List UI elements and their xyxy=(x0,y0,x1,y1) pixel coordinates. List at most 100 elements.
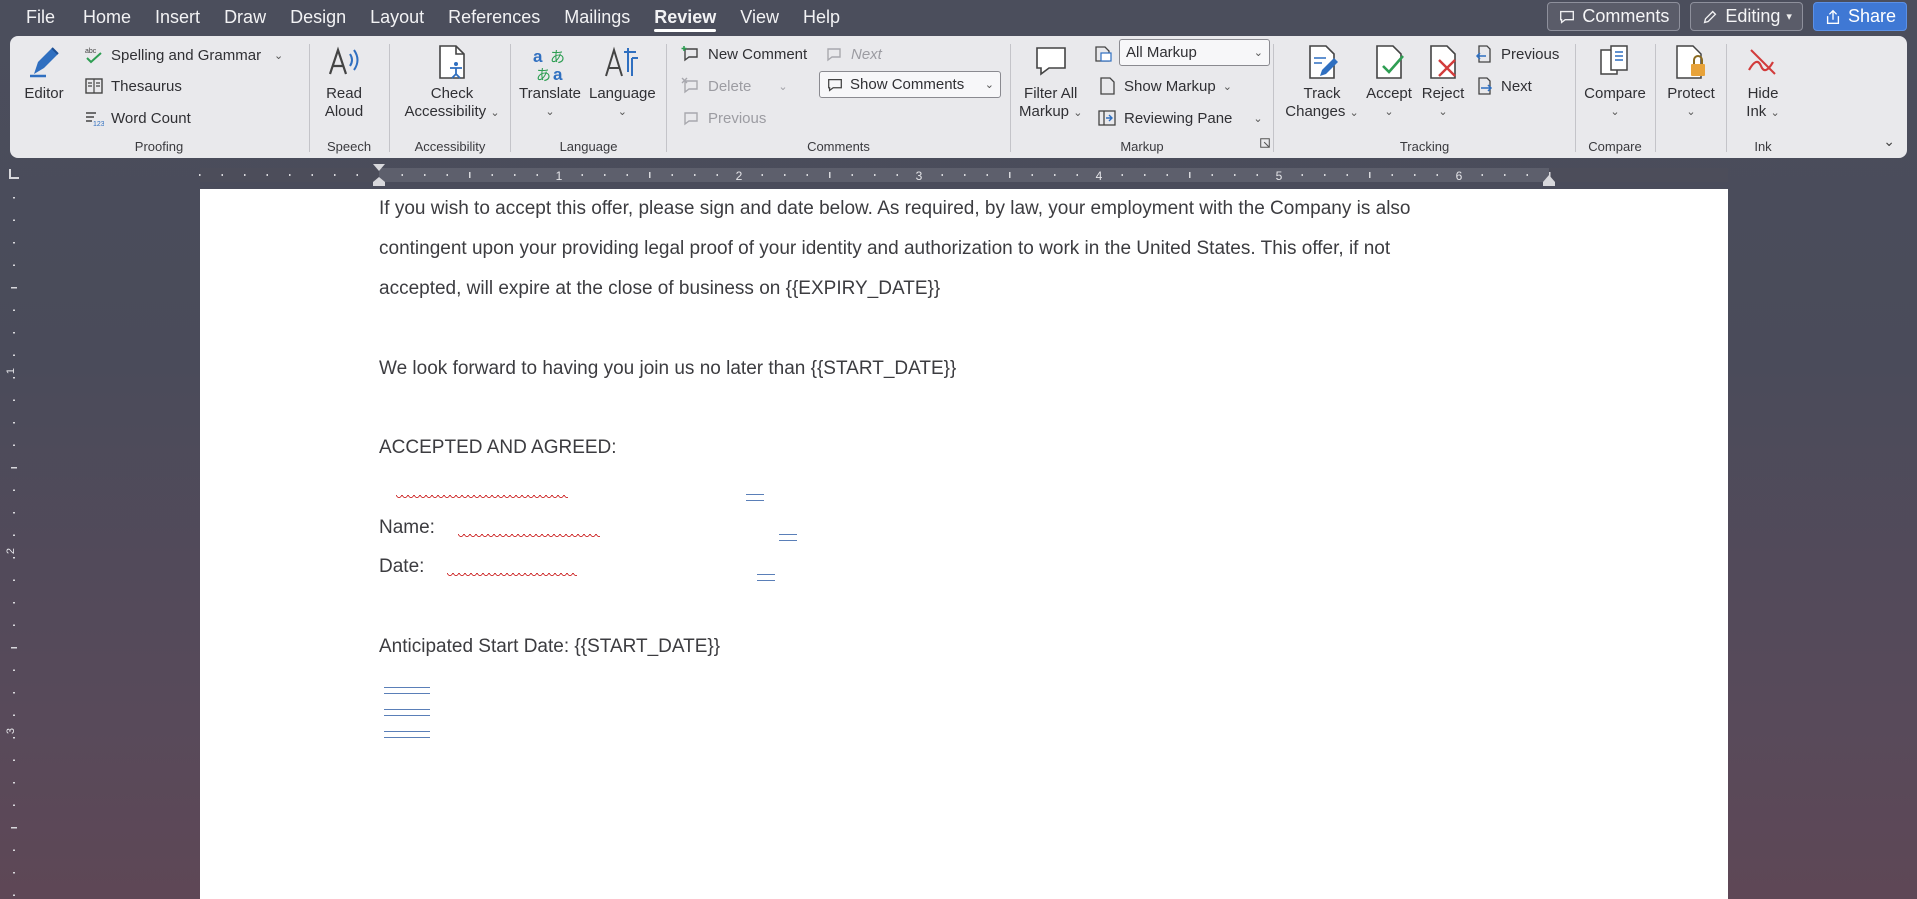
compare-button[interactable]: Compare ⌄ xyxy=(1580,42,1650,121)
track-changes-button[interactable]: Track Changes ⌄ xyxy=(1284,42,1360,122)
compare-group-label: Compare xyxy=(1588,139,1642,154)
delete-comment-button[interactable]: Delete ⌄ xyxy=(681,75,788,97)
menu-mailings[interactable]: Mailings xyxy=(552,0,642,34)
hide-ink-label-2: Ink ⌄ xyxy=(1746,103,1780,120)
language-button[interactable]: Language ⌄ xyxy=(589,42,656,121)
reject-button[interactable]: Reject ⌄ xyxy=(1416,42,1470,121)
document-page[interactable]: If you wish to accept this offer, please… xyxy=(200,189,1728,899)
menu-draw[interactable]: Draw xyxy=(212,0,278,34)
show-comments-label: Show Comments xyxy=(850,76,965,93)
reviewing-pane-label: Reviewing Pane xyxy=(1124,109,1233,127)
show-comments-icon xyxy=(828,78,842,92)
next-change-button[interactable]: Next xyxy=(1474,75,1532,97)
check-accessibility-label-2: Accessibility ⌄ xyxy=(404,103,500,120)
chevron-down-icon: ⌄ xyxy=(545,106,555,118)
ruler-number: 2 xyxy=(736,169,743,183)
read-aloud-button[interactable]: Read Aloud xyxy=(324,42,364,121)
thesaurus-book-icon xyxy=(85,78,103,94)
share-button-label: Share xyxy=(1847,6,1896,26)
paragraph-offer-line-1: If you wish to accept this offer, please… xyxy=(379,198,1411,219)
previous-change-button[interactable]: Previous xyxy=(1474,43,1559,65)
accessibility-document-icon xyxy=(439,45,465,79)
paragraph-offer-line-3: accepted, will expire at the close of bu… xyxy=(379,278,941,299)
compare-group: Compare ⌄ Compare xyxy=(1576,36,1654,158)
svg-text:abc: abc xyxy=(85,48,97,55)
menu-design[interactable]: Design xyxy=(278,0,358,34)
track-changes-label-1: Track xyxy=(1303,85,1341,102)
ruler-number: 5 xyxy=(1276,169,1283,183)
new-comment-button[interactable]: New Comment xyxy=(681,43,807,65)
lock-document-icon xyxy=(1676,45,1705,79)
show-markup-button[interactable]: Show Markup ⌄ xyxy=(1097,75,1232,97)
language-group-label: Language xyxy=(559,139,618,154)
menu-file[interactable]: File xyxy=(0,0,71,34)
spelling-error-underline xyxy=(447,573,577,579)
top-right-actions: Comments Editing ▾ Share xyxy=(1547,2,1907,31)
share-button[interactable]: Share xyxy=(1812,2,1907,31)
show-markup-icon xyxy=(1100,77,1115,95)
editing-mode-button[interactable]: Editing ▾ xyxy=(1690,2,1803,31)
pencil-icon xyxy=(1704,10,1717,23)
accepted-agreed-heading: ACCEPTED AND AGREED: xyxy=(379,437,617,458)
all-markup-value: All Markup xyxy=(1126,44,1197,61)
compare-icon xyxy=(1600,45,1628,75)
ruler-number: 2 xyxy=(5,548,17,554)
speech-group: Read Aloud Speech xyxy=(310,36,388,158)
date-label: Date: xyxy=(379,556,425,577)
translate-button[interactable]: a あ あ a Translate ⌄ xyxy=(519,42,581,121)
reviewing-pane-button[interactable]: Reviewing Pane ⌄ xyxy=(1097,107,1263,129)
menu-help[interactable]: Help xyxy=(791,0,852,34)
menu-insert[interactable]: Insert xyxy=(143,0,212,34)
next-comment-icon xyxy=(827,48,841,62)
display-for-review-icon-button[interactable] xyxy=(1093,43,1113,65)
format-mark xyxy=(384,687,430,694)
collapse-ribbon-chevron-icon[interactable]: ⌄ xyxy=(1883,133,1895,150)
menu-view[interactable]: View xyxy=(728,0,791,34)
markup-dialog-launcher[interactable] xyxy=(1259,136,1271,150)
ruler-number: 3 xyxy=(916,169,923,183)
chevron-down-icon: ▾ xyxy=(1786,11,1792,23)
menu-references[interactable]: References xyxy=(436,0,552,34)
dialog-launcher-icon xyxy=(1260,138,1270,148)
reject-icon xyxy=(1430,45,1456,79)
editor-button[interactable]: Editor xyxy=(24,42,64,103)
show-markup-label: Show Markup xyxy=(1124,77,1216,95)
vertical-ruler[interactable]: 1 2 3 xyxy=(0,189,28,899)
show-comments-dropdown[interactable]: Show Comments ⌄ xyxy=(819,71,1001,98)
previous-comment-label: Previous xyxy=(708,109,767,127)
protect-button[interactable]: Protect ⌄ xyxy=(1662,42,1720,121)
menu-home[interactable]: Home xyxy=(71,0,143,34)
check-accessibility-button[interactable]: Check Accessibility ⌄ xyxy=(402,42,502,122)
next-change-label: Next xyxy=(1501,77,1532,95)
comments-button[interactable]: Comments xyxy=(1547,2,1681,31)
word-count-button[interactable]: 123 Word Count xyxy=(84,107,191,129)
svg-text:あ: あ xyxy=(550,48,565,66)
protect-group: Protect ⌄ xyxy=(1656,36,1726,158)
proofing-group: Editor abc Spelling and Grammar ⌄ Thesau… xyxy=(10,36,308,158)
accept-button[interactable]: Accept ⌄ xyxy=(1362,42,1416,121)
spelling-grammar-label: Spelling and Grammar xyxy=(111,46,262,64)
previous-comment-button[interactable]: Previous xyxy=(681,107,766,129)
filter-all-markup-button[interactable]: Filter All Markup ⌄ xyxy=(1019,42,1082,122)
format-mark xyxy=(746,494,764,501)
reviewing-pane-icon xyxy=(1098,110,1116,126)
previous-change-label: Previous xyxy=(1501,45,1560,63)
filter-markup-icon xyxy=(1035,47,1066,76)
hide-ink-button[interactable]: Hide Ink ⌄ xyxy=(1737,42,1789,122)
thesaurus-button[interactable]: Thesaurus xyxy=(84,75,182,97)
display-for-review-dropdown[interactable]: All Markup ⌄ xyxy=(1119,39,1270,66)
spelling-dropdown-button[interactable]: ⌄ xyxy=(274,44,283,66)
horizontal-ruler[interactable]: 1 2 3 4 5 6 xyxy=(0,162,1917,188)
ruler-number: 1 xyxy=(5,368,17,374)
next-comment-button[interactable]: Next xyxy=(824,43,882,65)
menu-review[interactable]: Review xyxy=(642,0,728,34)
comments-group-label: Comments xyxy=(807,139,870,154)
ribbon: Editor abc Spelling and Grammar ⌄ Thesau… xyxy=(10,36,1907,158)
svg-text:あ: あ xyxy=(536,66,551,82)
menu-layout[interactable]: Layout xyxy=(358,0,436,34)
next-change-icon xyxy=(1478,77,1493,95)
thesaurus-label: Thesaurus xyxy=(111,77,182,95)
hide-ink-label-1: Hide xyxy=(1747,85,1779,102)
spelling-grammar-button[interactable]: abc Spelling and Grammar xyxy=(84,44,261,66)
markup-group-label: Markup xyxy=(1120,139,1164,154)
